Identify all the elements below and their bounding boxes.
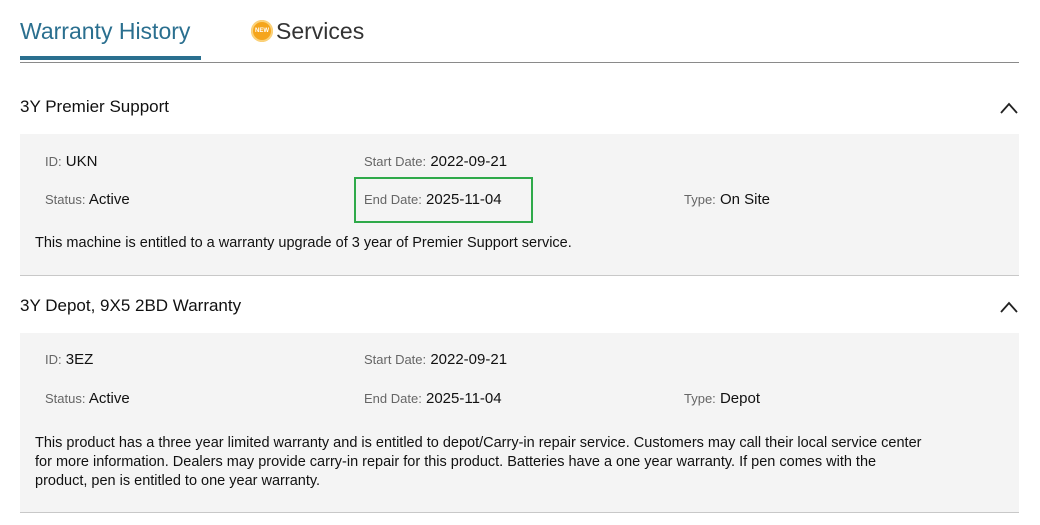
status-label: Status: xyxy=(45,391,86,406)
chevron-up-icon[interactable] xyxy=(999,300,1019,314)
type-field: Type: On Site xyxy=(684,190,770,210)
tab-services-label: Services xyxy=(276,18,365,44)
warranty-details-panel-2: ID: 3EZ Start Date: 2022-09-21 Status: A… xyxy=(20,333,1019,513)
start-date-label: Start Date: xyxy=(364,352,427,367)
status-field: Status: Active xyxy=(45,389,130,409)
warranty-title: 3Y Premier Support xyxy=(20,97,169,116)
type-value: On Site xyxy=(719,191,770,208)
description-line: for more information. Dealers may provid… xyxy=(35,454,877,470)
end-date-highlight xyxy=(354,177,533,223)
end-date-label: End Date: xyxy=(364,391,422,406)
start-date-value: 2022-09-21 xyxy=(430,351,508,368)
status-label: Status: xyxy=(45,192,86,207)
warranty-section-header-2[interactable]: 3Y Depot, 9X5 2BD Warranty xyxy=(20,292,1019,320)
description-line: product, pen is entitled to one year war… xyxy=(35,473,321,489)
warranty-description: This machine is entitled to a warranty u… xyxy=(35,235,572,251)
warranty-section-header-1[interactable]: 3Y Premier Support xyxy=(20,93,1019,121)
status-field: Status: Active xyxy=(45,190,130,210)
type-label: Type: xyxy=(684,391,716,406)
tab-bar: Warranty History NEW Services xyxy=(20,0,1019,63)
tab-warranty-history[interactable]: Warranty History xyxy=(20,16,190,46)
warranty-description: This product has a three year limited wa… xyxy=(35,434,921,491)
id-label: ID: xyxy=(45,352,62,367)
id-label: ID: xyxy=(45,154,62,169)
start-date-field: Start Date: 2022-09-21 xyxy=(364,350,507,370)
status-value: Active xyxy=(88,390,130,407)
type-label: Type: xyxy=(684,192,716,207)
id-field: ID: UKN xyxy=(45,152,97,172)
description-line: This product has a three year limited wa… xyxy=(35,435,922,451)
start-date-field: Start Date: 2022-09-21 xyxy=(364,152,507,172)
new-badge-icon: NEW xyxy=(251,20,273,42)
id-value: 3EZ xyxy=(65,351,94,368)
type-value: Depot xyxy=(719,390,760,407)
end-date-field: End Date: 2025-11-04 xyxy=(364,389,502,409)
tab-services[interactable]: NEW Services xyxy=(251,16,364,46)
chevron-up-icon[interactable] xyxy=(999,101,1019,115)
id-value: UKN xyxy=(65,153,98,170)
warranty-details-panel-1: ID: UKN Start Date: 2022-09-21 Status: A… xyxy=(20,134,1019,276)
warranty-title: 3Y Depot, 9X5 2BD Warranty xyxy=(20,296,242,315)
type-field: Type: Depot xyxy=(684,389,760,409)
start-date-label: Start Date: xyxy=(364,154,427,169)
start-date-value: 2022-09-21 xyxy=(430,153,508,170)
active-tab-indicator xyxy=(20,56,201,60)
status-value: Active xyxy=(88,191,130,208)
id-field: ID: 3EZ xyxy=(45,350,93,370)
end-date-value: 2025-11-04 xyxy=(426,390,502,407)
warranty-page: Warranty History NEW Services 3Y Premier… xyxy=(0,0,1040,525)
